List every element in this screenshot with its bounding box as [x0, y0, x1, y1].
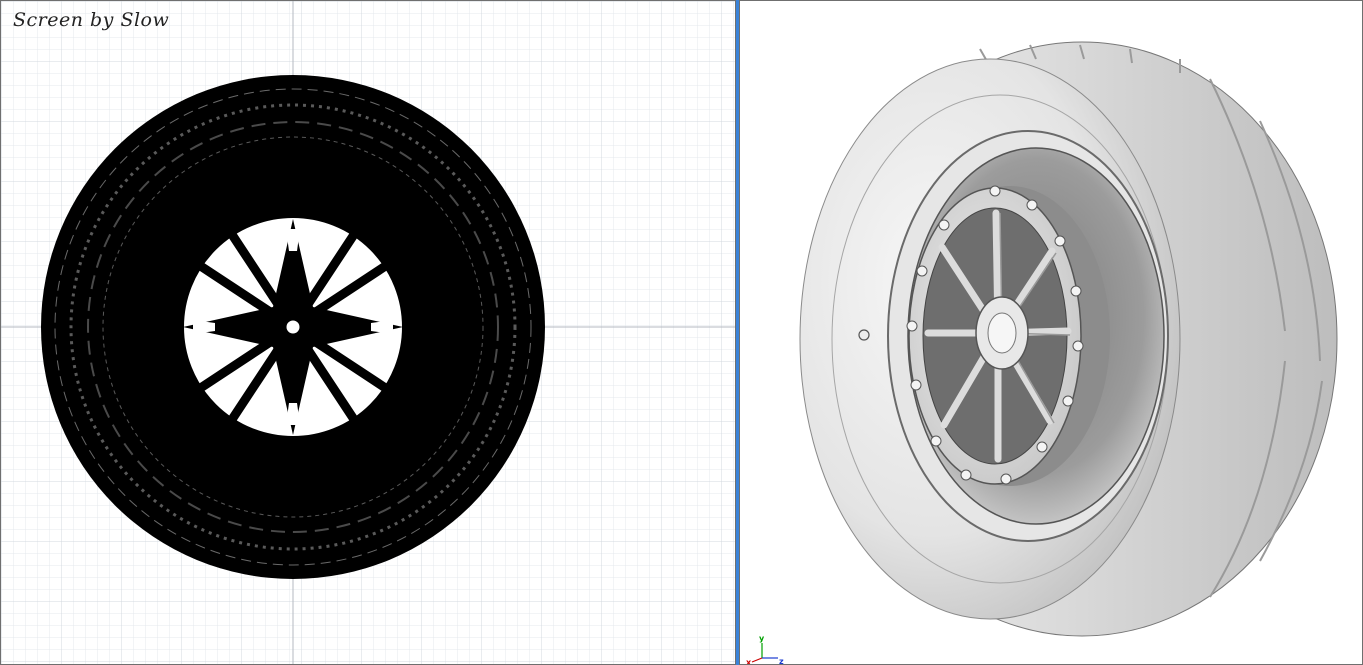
watermark-text: Screen by Slow	[13, 9, 170, 31]
wheel-wireframe	[41, 75, 545, 579]
axis-label-z: z	[779, 657, 784, 665]
shaded-canvas: y z x	[746, 41, 1338, 665]
axis-gizmo-icon: y z x	[746, 634, 784, 665]
wireframe-canvas	[1, 1, 735, 664]
axis-label-y: y	[759, 634, 765, 643]
viewport-left-wireframe[interactable]: Screen by Slow	[0, 0, 736, 665]
axis-label-x: x	[746, 658, 752, 665]
wheel-shaded	[799, 41, 1338, 637]
viewport-right-shaded[interactable]: y z x	[739, 0, 1363, 665]
